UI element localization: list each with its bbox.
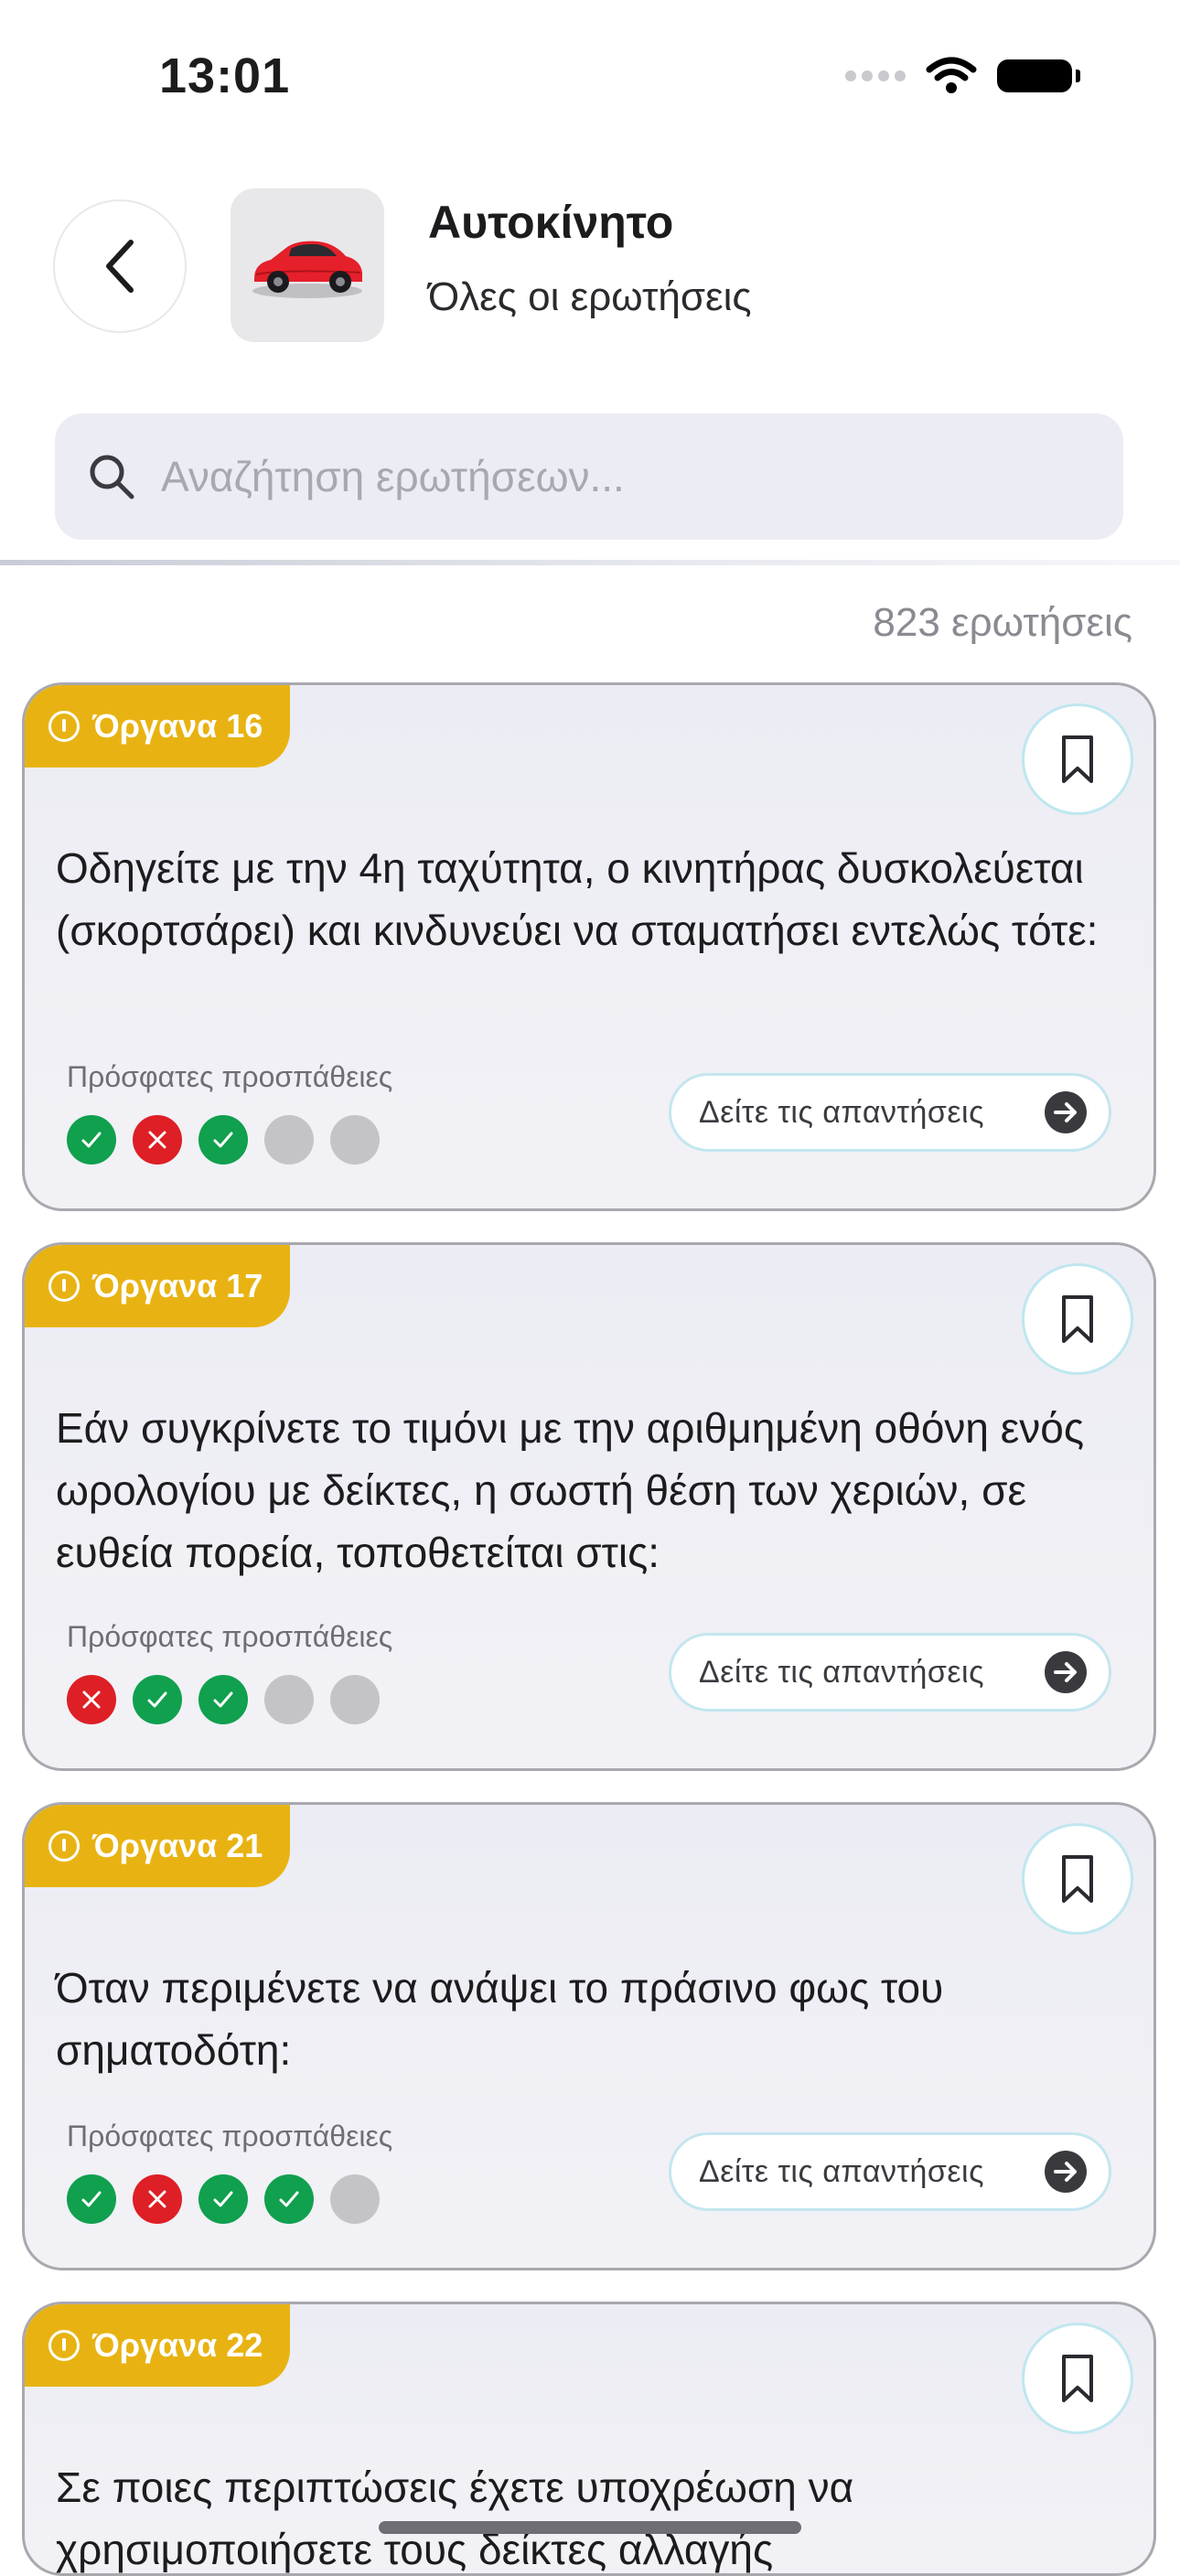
arrow-right-icon (1045, 1091, 1087, 1133)
view-answers-button[interactable]: Δείτε τις απαντήσεις (669, 1633, 1111, 1712)
red-car-icon (252, 241, 362, 298)
cellular-signal-icon (845, 70, 906, 81)
chevron-left-icon (106, 240, 134, 293)
gauge-icon (48, 1830, 80, 1862)
category-tag: Όργανα 22 (25, 2304, 291, 2387)
category-tag: Όργανα 21 (25, 1805, 291, 1887)
back-button[interactable] (53, 199, 187, 333)
attempt-empty-icon (264, 1115, 314, 1165)
attempt-wrong-icon (133, 1115, 182, 1165)
search-bar[interactable] (55, 413, 1123, 540)
bookmark-icon (1062, 735, 1093, 783)
category-tag: Όργανα 16 (25, 685, 291, 767)
bookmark-icon (1062, 1855, 1093, 1903)
category-tag-label: Όργανα 16 (92, 707, 263, 745)
attempts-label: Πρόσφατες προσπάθειες (67, 2120, 393, 2152)
search-icon (90, 455, 134, 499)
wifi-icon (926, 57, 977, 93)
attempts-indicator (67, 2174, 380, 2224)
gauge-icon (48, 2330, 80, 2361)
attempts-indicator (67, 1675, 380, 1724)
attempt-wrong-icon (133, 2174, 182, 2224)
view-answers-label: Δείτε τις απαντήσεις (699, 1654, 984, 1690)
attempt-correct-icon (198, 1675, 248, 1724)
attempts-indicator (67, 1115, 380, 1165)
attempt-correct-icon (67, 1115, 116, 1165)
view-answers-label: Δείτε τις απαντήσεις (699, 2153, 984, 2189)
view-answers-button[interactable]: Δείτε τις απαντήσεις (669, 2132, 1111, 2211)
question-card[interactable]: Όργανα 22 Σε ποιες περιπτώσεις έχετε υπο… (22, 2302, 1156, 2576)
attempt-correct-icon (198, 1115, 248, 1165)
status-icons (845, 57, 1080, 95)
attempt-correct-icon (264, 2174, 314, 2224)
battery-icon (997, 59, 1080, 92)
question-text: Οδηγείτε με την 4η ταχύτητα, ο κινητήρας… (56, 844, 1099, 954)
category-tag-label: Όργανα 22 (92, 2326, 263, 2364)
bookmark-icon (1062, 1295, 1093, 1343)
page-title: Αυτοκίνητο (428, 197, 674, 248)
question-card[interactable]: Όργανα 21 Όταν περιμένετε να ανάψει το π… (22, 1802, 1156, 2270)
attempt-correct-icon (67, 2174, 116, 2224)
status-time: 13:01 (159, 48, 291, 103)
attempts-label: Πρόσφατες προσπάθειες (67, 1060, 393, 1093)
attempt-correct-icon (198, 2174, 248, 2224)
category-tag: Όργανα 17 (25, 1245, 291, 1327)
bookmark-icon (1062, 2355, 1093, 2402)
attempt-correct-icon (133, 1675, 182, 1724)
attempt-empty-icon (264, 1675, 314, 1724)
bookmark-button[interactable] (1022, 1823, 1133, 1935)
gauge-icon (48, 711, 80, 742)
header-divider (0, 560, 1180, 565)
page-subtitle: Όλες οι ερωτήσεις (428, 274, 752, 319)
attempts-label: Πρόσφατες προσπάθειες (67, 1620, 393, 1653)
bookmark-button[interactable] (1022, 2323, 1133, 2434)
attempt-empty-icon (330, 2174, 380, 2224)
bookmark-button[interactable] (1022, 703, 1133, 815)
question-text: Εάν συγκρίνετε το τιμόνι με την αριθμημέ… (56, 1404, 1085, 1576)
search-input[interactable] (159, 451, 1078, 502)
view-answers-label: Δείτε τις απαντήσεις (699, 1094, 984, 1130)
attempt-empty-icon (330, 1115, 380, 1165)
category-tag-label: Όργανα 17 (92, 1267, 263, 1304)
category-thumbnail (231, 188, 384, 342)
bookmark-button[interactable] (1022, 1263, 1133, 1375)
home-indicator (379, 2521, 801, 2534)
question-card[interactable]: Όργανα 16 Οδηγείτε με την 4η ταχύτητα, ο… (22, 682, 1156, 1211)
arrow-right-icon (1045, 1651, 1087, 1693)
attempt-empty-icon (330, 1675, 380, 1724)
question-text: Όταν περιμένετε να ανάψει το πράσινο φως… (56, 1964, 944, 2074)
category-tag-label: Όργανα 21 (92, 1827, 263, 1864)
arrow-right-icon (1045, 2151, 1087, 2193)
gauge-icon (48, 1271, 80, 1302)
view-answers-button[interactable]: Δείτε τις απαντήσεις (669, 1073, 1111, 1152)
question-text: Σε ποιες περιπτώσεις έχετε υποχρέωση να … (56, 2463, 854, 2573)
attempt-wrong-icon (67, 1675, 116, 1724)
question-count: 823 ερωτήσεις (873, 600, 1132, 645)
question-card[interactable]: Όργανα 17 Εάν συγκρίνετε το τιμόνι με τη… (22, 1242, 1156, 1771)
